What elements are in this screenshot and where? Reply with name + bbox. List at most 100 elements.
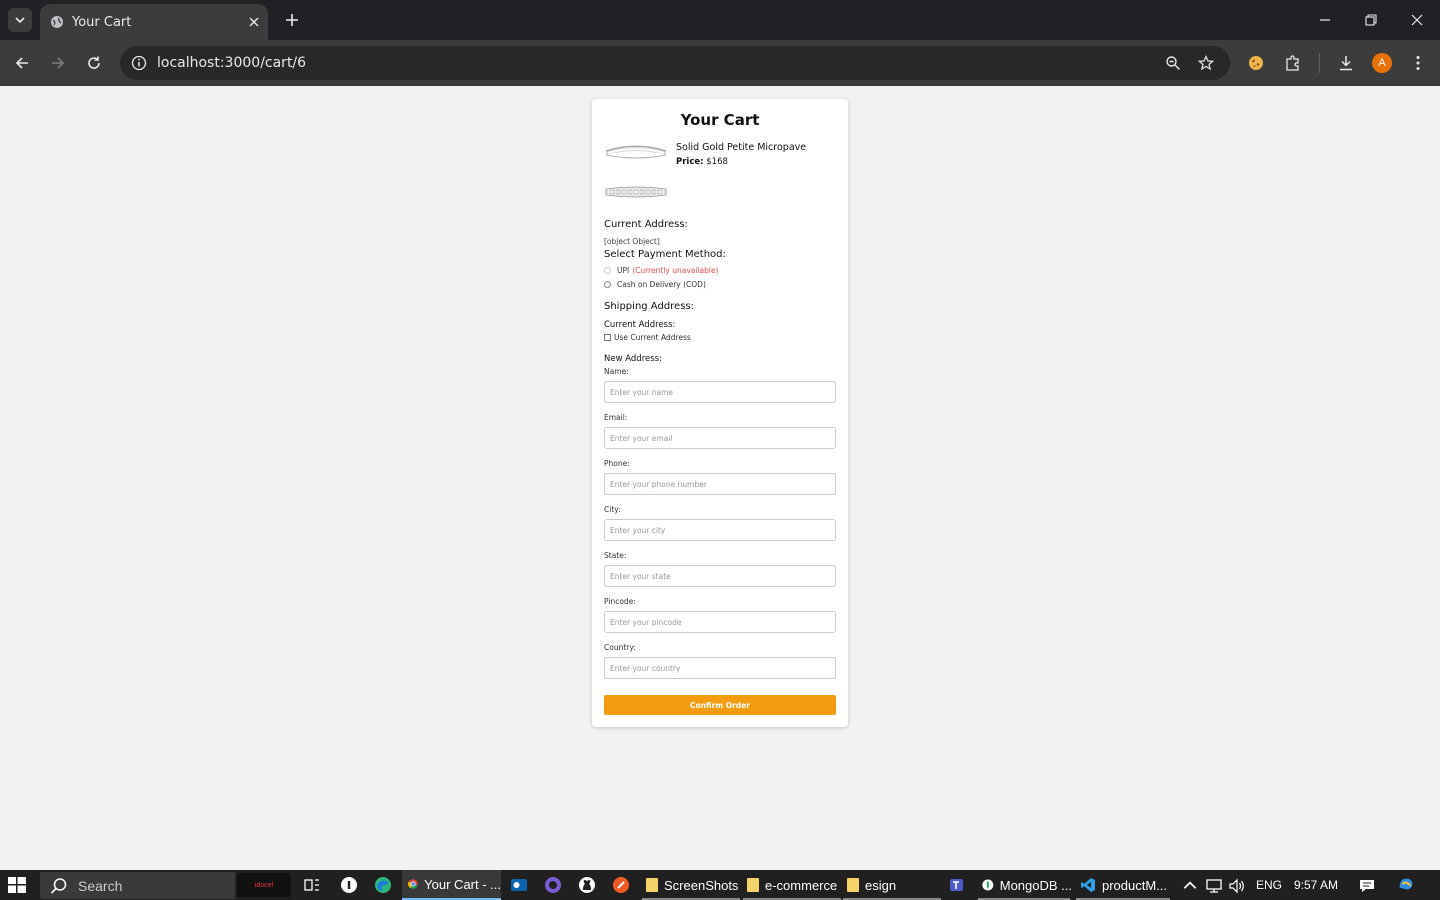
taskbar-app-label: e-commerce	[765, 877, 838, 893]
outlook-icon[interactable]	[510, 876, 528, 894]
clock[interactable]: 9:57 AM	[1294, 870, 1338, 900]
name-input[interactable]	[604, 381, 836, 403]
notifications-icon[interactable]	[1358, 877, 1376, 895]
back-button[interactable]	[11, 52, 33, 74]
url-text[interactable]: localhost:3000/cart/6	[157, 55, 306, 71]
network-icon[interactable]	[1205, 877, 1223, 895]
country-label: Country:	[604, 643, 636, 652]
windows-start-icon[interactable]	[8, 877, 26, 893]
arrow-right-icon	[52, 57, 65, 69]
chevron-up-icon[interactable]	[1181, 877, 1199, 895]
reload-button[interactable]	[83, 52, 105, 74]
language-indicator[interactable]: ENG	[1256, 870, 1282, 900]
cart-card: Your Cart Solid Gold Petite Micropave Pr…	[592, 99, 848, 727]
taskbar-app-e-commerce[interactable]: e-commerce	[741, 870, 841, 900]
payment-method-heading: Select Payment Method:	[604, 249, 726, 260]
cookie-extension-icon[interactable]	[1245, 52, 1267, 74]
arrow-left-icon	[15, 57, 28, 69]
new-tab-button[interactable]	[282, 10, 302, 30]
state-label: State:	[604, 551, 627, 560]
download-icon[interactable]	[1335, 52, 1357, 74]
taskbar-app-label: productM...	[1102, 877, 1168, 893]
email-label: Email:	[604, 413, 628, 422]
tab-title: Your Cart	[72, 14, 132, 30]
phone-label: Phone:	[604, 459, 630, 468]
app-circle-icon[interactable]	[340, 876, 358, 894]
github-desktop-icon[interactable]	[544, 876, 562, 894]
star-icon[interactable]	[1197, 54, 1215, 72]
use-current-address-checkbox[interactable]	[604, 334, 611, 341]
use-current-address-option[interactable]: Use Current Address	[604, 333, 691, 342]
edge-icon[interactable]	[374, 876, 392, 894]
shipping-current-address-label: Current Address:	[604, 320, 676, 330]
taskbar-app-vscode[interactable]: productM...	[1074, 870, 1172, 900]
volume-icon[interactable]	[1228, 877, 1246, 895]
close-icon	[249, 17, 259, 27]
taskbar-search[interactable]: Search	[40, 872, 235, 899]
folder-icon	[847, 878, 859, 892]
taskbar-widget[interactable]: idocel	[237, 873, 291, 897]
postman-icon[interactable]	[612, 876, 630, 894]
price-label: Price:	[676, 157, 704, 167]
browser-tab-bar: Your Cart	[0, 0, 1440, 40]
task-view-icon[interactable]	[303, 876, 321, 894]
upi-unavailable-note: (Currently unavailable)	[632, 266, 719, 275]
payment-option-upi: UPI (Currently unavailable)	[604, 266, 719, 275]
tab-list-button[interactable]	[8, 8, 32, 32]
folder-icon	[747, 878, 759, 892]
reload-icon	[88, 56, 100, 69]
vscode-icon	[1081, 878, 1095, 892]
phone-input[interactable]	[604, 473, 836, 495]
city-label: City:	[604, 505, 621, 514]
new-address-label: New Address:	[604, 354, 662, 364]
zoom-icon[interactable]	[1164, 54, 1182, 72]
current-address-heading: Current Address:	[604, 219, 688, 230]
close-window-button[interactable]	[1407, 10, 1427, 30]
plus-icon	[286, 14, 298, 26]
copilot-icon[interactable]	[1397, 875, 1415, 893]
chevron-down-icon	[15, 17, 25, 24]
taskbar-app-label: MongoDB ...	[999, 877, 1072, 893]
kebab-menu-icon[interactable]	[1407, 52, 1429, 74]
product-price: Price: $168	[676, 157, 728, 167]
payment-option-cod[interactable]: Cash on Delivery (COD)	[604, 280, 706, 289]
city-input[interactable]	[604, 519, 836, 541]
forward-button[interactable]	[47, 52, 69, 74]
shipping-address-heading: Shipping Address:	[604, 301, 694, 312]
taskbar-app-esign[interactable]: esign	[841, 870, 941, 900]
restore-button[interactable]	[1361, 10, 1381, 30]
address-bar[interactable]: localhost:3000/cart/6	[120, 46, 1230, 80]
state-input[interactable]	[604, 565, 836, 587]
upi-label: UPI	[617, 266, 630, 275]
taskbar-widget-label: idocel	[254, 881, 274, 889]
browser-tab[interactable]: Your Cart	[40, 4, 268, 40]
use-current-address-label[interactable]: Use Current Address	[614, 333, 691, 342]
product-image	[605, 145, 667, 159]
taskbar-app-label: esign	[865, 877, 897, 893]
search-icon	[50, 877, 67, 894]
taskbar-app-mongodb[interactable]: MongoDB ...	[976, 870, 1072, 900]
taskbar-app-chrome[interactable]: Your Cart - ...	[402, 870, 501, 900]
folder-icon	[646, 878, 658, 892]
minimize-button[interactable]	[1315, 10, 1335, 30]
profile-avatar[interactable]: A	[1372, 53, 1392, 73]
confirm-order-button[interactable]: Confirm Order	[604, 695, 836, 715]
mongodb-icon	[982, 879, 994, 891]
name-label: Name:	[604, 367, 629, 376]
github-icon[interactable]	[578, 876, 596, 894]
price-value: $168	[706, 157, 728, 167]
product-image-secondary	[605, 186, 667, 198]
taskbar-app-screenshots[interactable]: ScreenShots	[640, 870, 740, 900]
info-icon[interactable]	[130, 54, 148, 72]
product-name: Solid Gold Petite Micropave	[676, 142, 807, 153]
taskbar-app-label: Your Cart - ...	[424, 876, 501, 892]
teams-icon[interactable]	[948, 876, 966, 894]
tab-close-button[interactable]	[246, 14, 262, 30]
cod-label[interactable]: Cash on Delivery (COD)	[617, 280, 706, 289]
extensions-icon[interactable]	[1282, 52, 1304, 74]
pincode-input[interactable]	[604, 611, 836, 633]
email-input[interactable]	[604, 427, 836, 449]
cod-radio[interactable]	[604, 281, 611, 288]
upi-radio	[604, 267, 611, 274]
country-input[interactable]	[604, 657, 836, 679]
